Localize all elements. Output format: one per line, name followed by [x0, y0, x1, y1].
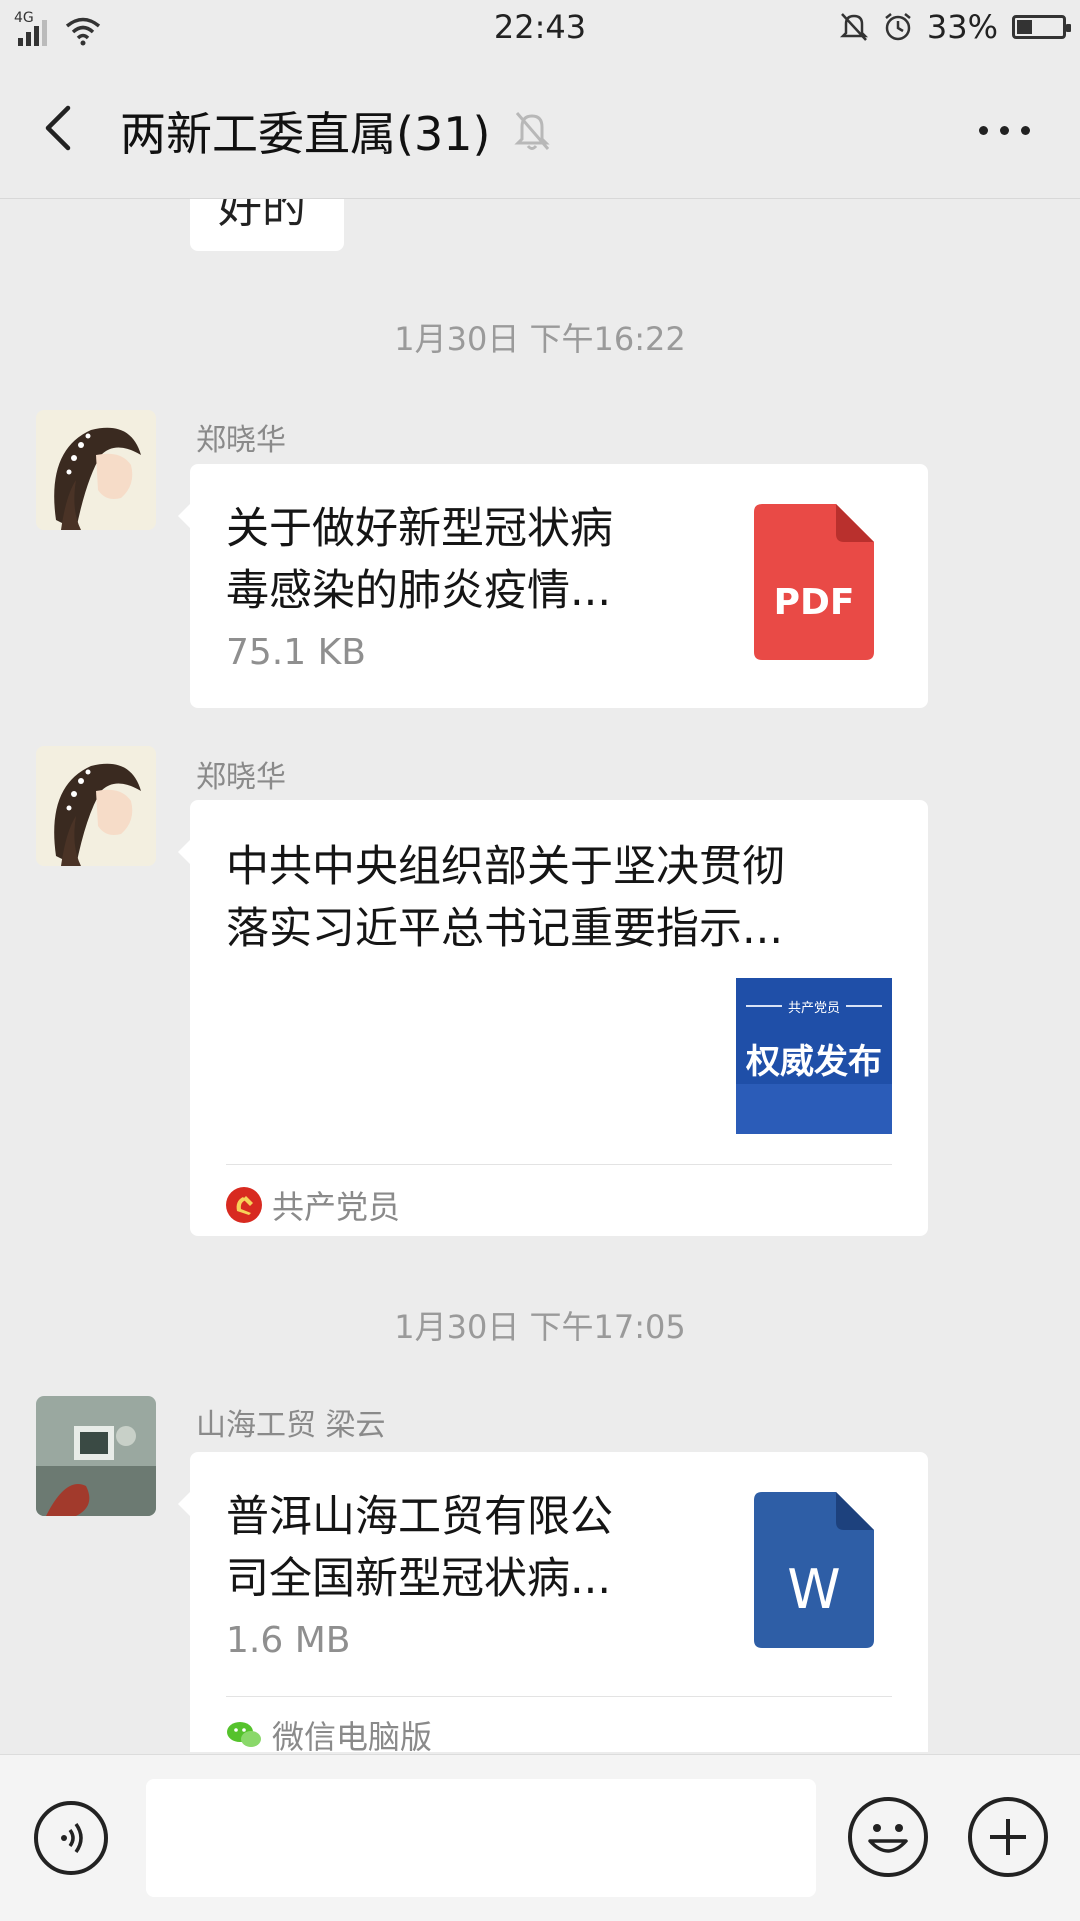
avatar-girl-image: [36, 746, 156, 866]
avatar-scene-image: [36, 1396, 156, 1516]
timestamp: 1月30日 下午17:05: [394, 1308, 686, 1346]
message-input[interactable]: [146, 1779, 816, 1897]
file-title-line: 司全国新型冠状病...: [226, 1554, 612, 1604]
word-file-icon: W: [754, 1492, 874, 1648]
battery-icon: [1012, 15, 1071, 39]
avatar[interactable]: [36, 410, 156, 530]
file-source-label: 微信电脑版: [272, 1718, 433, 1756]
file-title: 普洱山海工贸有限公 司全国新型冠状病...: [226, 1486, 706, 1610]
mute-icon: [514, 112, 551, 150]
voice-icon[interactable]: [34, 1801, 108, 1875]
partial-message-bubble[interactable]: 好的: [190, 199, 344, 251]
thumb-top-label: 共产党员: [787, 1000, 840, 1016]
chat-title: 两新工委直属(31): [120, 98, 552, 164]
file-message-bubble[interactable]: 普洱山海工贸有限公 司全国新型冠状病... 1.6 MB W 微信电脑版: [178, 1452, 928, 1756]
file-title-line: 关于做好新型冠状病: [226, 504, 613, 554]
status-bar: 4G 22:43 33%: [0, 0, 1080, 60]
party-emblem-icon: [226, 1187, 262, 1223]
link-title-line: 中共中央组织部关于坚决贯彻: [226, 842, 785, 892]
wechat-icon: [227, 1722, 261, 1747]
pdf-file-icon: PDF: [754, 504, 874, 660]
link-source-label: 共产党员: [272, 1188, 401, 1226]
file-title-line: 普洱山海工贸有限公: [226, 1492, 613, 1542]
link-thumbnail: 共产党员 权威发布: [736, 978, 892, 1134]
chat-header: 两新工委直属(31): [0, 60, 1080, 199]
file-source: 微信电脑版: [226, 1712, 432, 1758]
back-icon[interactable]: [36, 102, 84, 154]
file-title-line: 毒感染的肺炎疫情...: [226, 566, 612, 616]
plus-icon[interactable]: [968, 1797, 1048, 1877]
file-size: 1.6 MB: [226, 1620, 351, 1661]
timestamp: 1月30日 下午16:22: [394, 320, 686, 358]
partial-message-text: 好的: [218, 199, 306, 233]
emoji-icon[interactable]: [848, 1797, 928, 1877]
link-title: 中共中央组织部关于坚决贯彻 落实习近平总书记重要指示...: [226, 836, 906, 960]
avatar[interactable]: [36, 746, 156, 866]
sender-name: 郑晓华: [196, 423, 286, 458]
input-bar: [0, 1754, 1080, 1921]
pdf-label: PDF: [773, 582, 855, 623]
chat-title-text: 两新工委直属(31): [120, 107, 491, 161]
mute-icon: [839, 13, 868, 41]
battery-percent: 33%: [926, 8, 998, 46]
file-message-bubble[interactable]: 关于做好新型冠状病 毒感染的肺炎疫情... 75.1 KB PDF: [178, 464, 928, 708]
divider: [226, 1164, 892, 1165]
sender-name: 山海工贸 梁云: [196, 1408, 386, 1443]
word-label: W: [787, 1558, 841, 1621]
link-source: 共产党员: [226, 1182, 400, 1228]
link-title-line: 落实习近平总书记重要指示...: [226, 904, 784, 954]
sender-name: 郑晓华: [196, 760, 286, 795]
thumb-main-label: 权威发布: [746, 1042, 882, 1082]
more-icon[interactable]: [979, 126, 1030, 135]
avatar[interactable]: [36, 1396, 156, 1516]
file-title: 关于做好新型冠状病 毒感染的肺炎疫情...: [226, 498, 706, 622]
file-size: 75.1 KB: [226, 632, 366, 673]
link-message-bubble[interactable]: 中共中央组织部关于坚决贯彻 落实习近平总书记重要指示... 共产党员 权威发布 …: [178, 800, 928, 1236]
alarm-icon: [885, 13, 911, 41]
avatar-girl-image: [36, 410, 156, 530]
divider: [226, 1696, 892, 1697]
